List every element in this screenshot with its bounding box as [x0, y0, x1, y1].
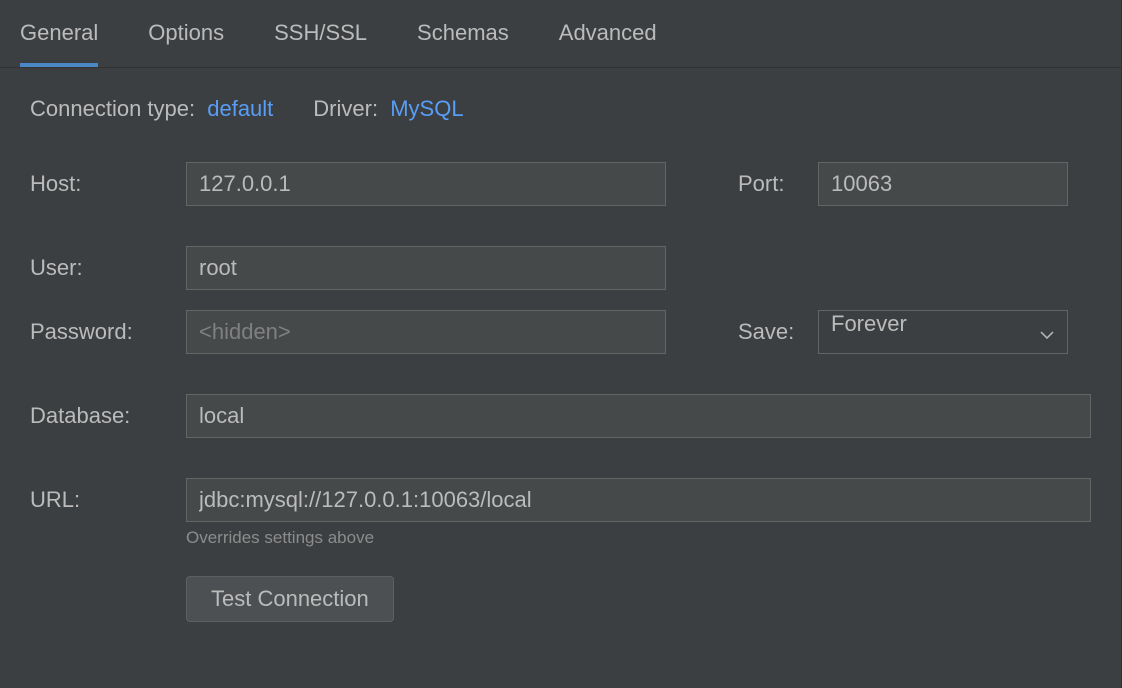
database-row: Database: [30, 394, 1091, 438]
save-select-wrap: Forever [818, 310, 1068, 354]
save-select[interactable]: Forever [818, 310, 1068, 354]
tab-options[interactable]: Options [148, 0, 224, 66]
password-label: Password: [30, 319, 186, 345]
port-label: Port: [738, 171, 818, 197]
url-row: URL: [30, 478, 1091, 522]
test-connection-button[interactable]: Test Connection [186, 576, 394, 622]
save-label: Save: [738, 319, 818, 345]
tab-schemas[interactable]: Schemas [417, 0, 509, 66]
driver-label: Driver: [313, 96, 378, 121]
tab-bar: General Options SSH/SSL Schemas Advanced [0, 0, 1121, 68]
meta-row: Connection type: default Driver: MySQL [30, 96, 1091, 122]
connection-type: Connection type: default [30, 96, 273, 122]
url-label: URL: [30, 487, 186, 513]
database-label: Database: [30, 403, 186, 429]
url-hint: Overrides settings above [186, 528, 1091, 548]
tab-general[interactable]: General [20, 0, 98, 66]
tab-sshssl[interactable]: SSH/SSL [274, 0, 367, 66]
password-row: Password: Save: Forever [30, 310, 1091, 354]
host-label: Host: [30, 171, 186, 197]
content-pane: Connection type: default Driver: MySQL H… [0, 68, 1121, 622]
tab-advanced[interactable]: Advanced [559, 0, 657, 66]
port-input[interactable] [818, 162, 1068, 206]
password-input[interactable] [186, 310, 666, 354]
user-label: User: [30, 255, 186, 281]
host-row: Host: Port: [30, 162, 1091, 206]
connection-type-link[interactable]: default [207, 96, 273, 121]
url-input[interactable] [186, 478, 1091, 522]
user-row: User: [30, 246, 1091, 290]
user-input[interactable] [186, 246, 666, 290]
connection-type-label: Connection type: [30, 96, 195, 121]
host-input[interactable] [186, 162, 666, 206]
driver-link[interactable]: MySQL [390, 96, 463, 121]
driver: Driver: MySQL [313, 96, 463, 122]
database-input[interactable] [186, 394, 1091, 438]
